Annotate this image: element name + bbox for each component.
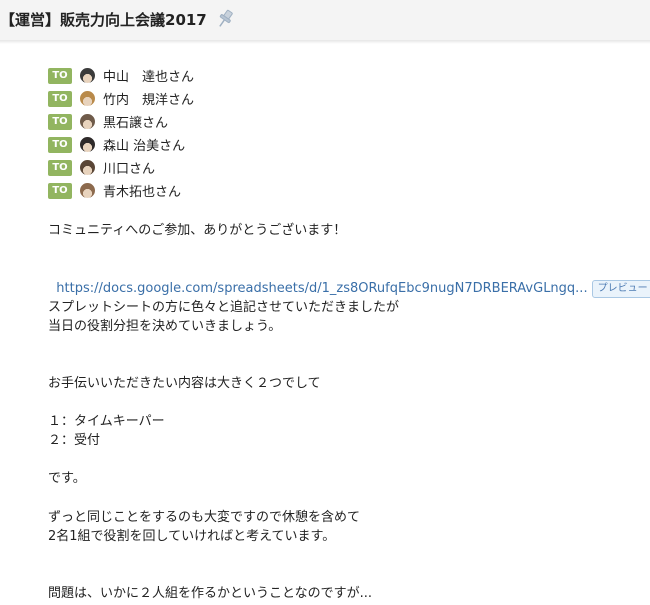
mention-row: TO 川口さん [48, 156, 638, 179]
pin-icon[interactable] [214, 8, 236, 30]
avatar[interactable] [80, 114, 95, 129]
mention-name[interactable]: 森山 治美さん [103, 135, 185, 154]
mention-row: TO 黒石譲さん [48, 110, 638, 133]
mention-name[interactable]: 川口さん [103, 158, 155, 177]
to-badge: TO [48, 90, 72, 107]
spreadsheet-link[interactable]: https://docs.google.com/spreadsheets/d/1… [56, 281, 587, 296]
mention-list: TO 中山 達也さん TO 竹内 規洋さん TO 黒石譲さん TO 森山 治美さん TO 川口さん… [48, 64, 638, 202]
greeting-text: コミュニティへのご参加、ありがとうございます！ [48, 223, 347, 238]
preview-button[interactable]: プレビュー [591, 280, 650, 298]
mention-name[interactable]: 竹内 規洋さん [103, 89, 194, 108]
avatar[interactable] [80, 68, 95, 83]
message-body: TO 中山 達也さん TO 竹内 規洋さん TO 黒石譲さん TO 森山 治美さん TO 川口さん… [48, 64, 638, 202]
to-badge: TO [48, 159, 72, 176]
paragraph-4-line-1: ずっと同じことをするのも大変ですので休憩を含めて [48, 510, 361, 525]
avatar[interactable] [80, 183, 95, 198]
paragraph-5: 問題は、いかに２人組を作るかということなのですが... [48, 586, 373, 601]
paragraph-1-line-2: 当日の役割分担を決めていきましょう。 [48, 319, 282, 334]
avatar[interactable] [80, 91, 95, 106]
paragraph-1-line-1: スプレットシートの方に色々と追記させていただきましたが [48, 300, 400, 315]
to-badge: TO [48, 113, 72, 130]
mention-name[interactable]: 青木拓也さん [103, 181, 181, 200]
header-shadow [0, 40, 650, 44]
to-badge: TO [48, 67, 72, 84]
to-badge: TO [48, 136, 72, 153]
paragraph-3: です。 [48, 471, 86, 486]
room-title: 【運営】販売力向上会議2017 [0, 11, 207, 29]
list-item-1: １：タイムキーパー [48, 414, 165, 429]
mention-row: TO 青木拓也さん [48, 179, 638, 202]
mention-row: TO 竹内 規洋さん [48, 87, 638, 110]
paragraph-2: お手伝いいただきたい内容は大きく２つでして [48, 376, 321, 391]
avatar[interactable] [80, 137, 95, 152]
avatar[interactable] [80, 160, 95, 175]
mention-row: TO 森山 治美さん [48, 133, 638, 156]
list-item-2: ２：受付 [48, 433, 101, 448]
mention-row: TO 中山 達也さん [48, 64, 638, 87]
mention-name[interactable]: 黒石譲さん [103, 112, 168, 131]
paragraph-4-line-2: 2名1組で役割を回していければと考えています。 [48, 529, 336, 544]
to-badge: TO [48, 182, 72, 199]
room-header: 【運営】販売力向上会議2017 [0, 0, 650, 41]
mention-name[interactable]: 中山 達也さん [103, 66, 194, 85]
